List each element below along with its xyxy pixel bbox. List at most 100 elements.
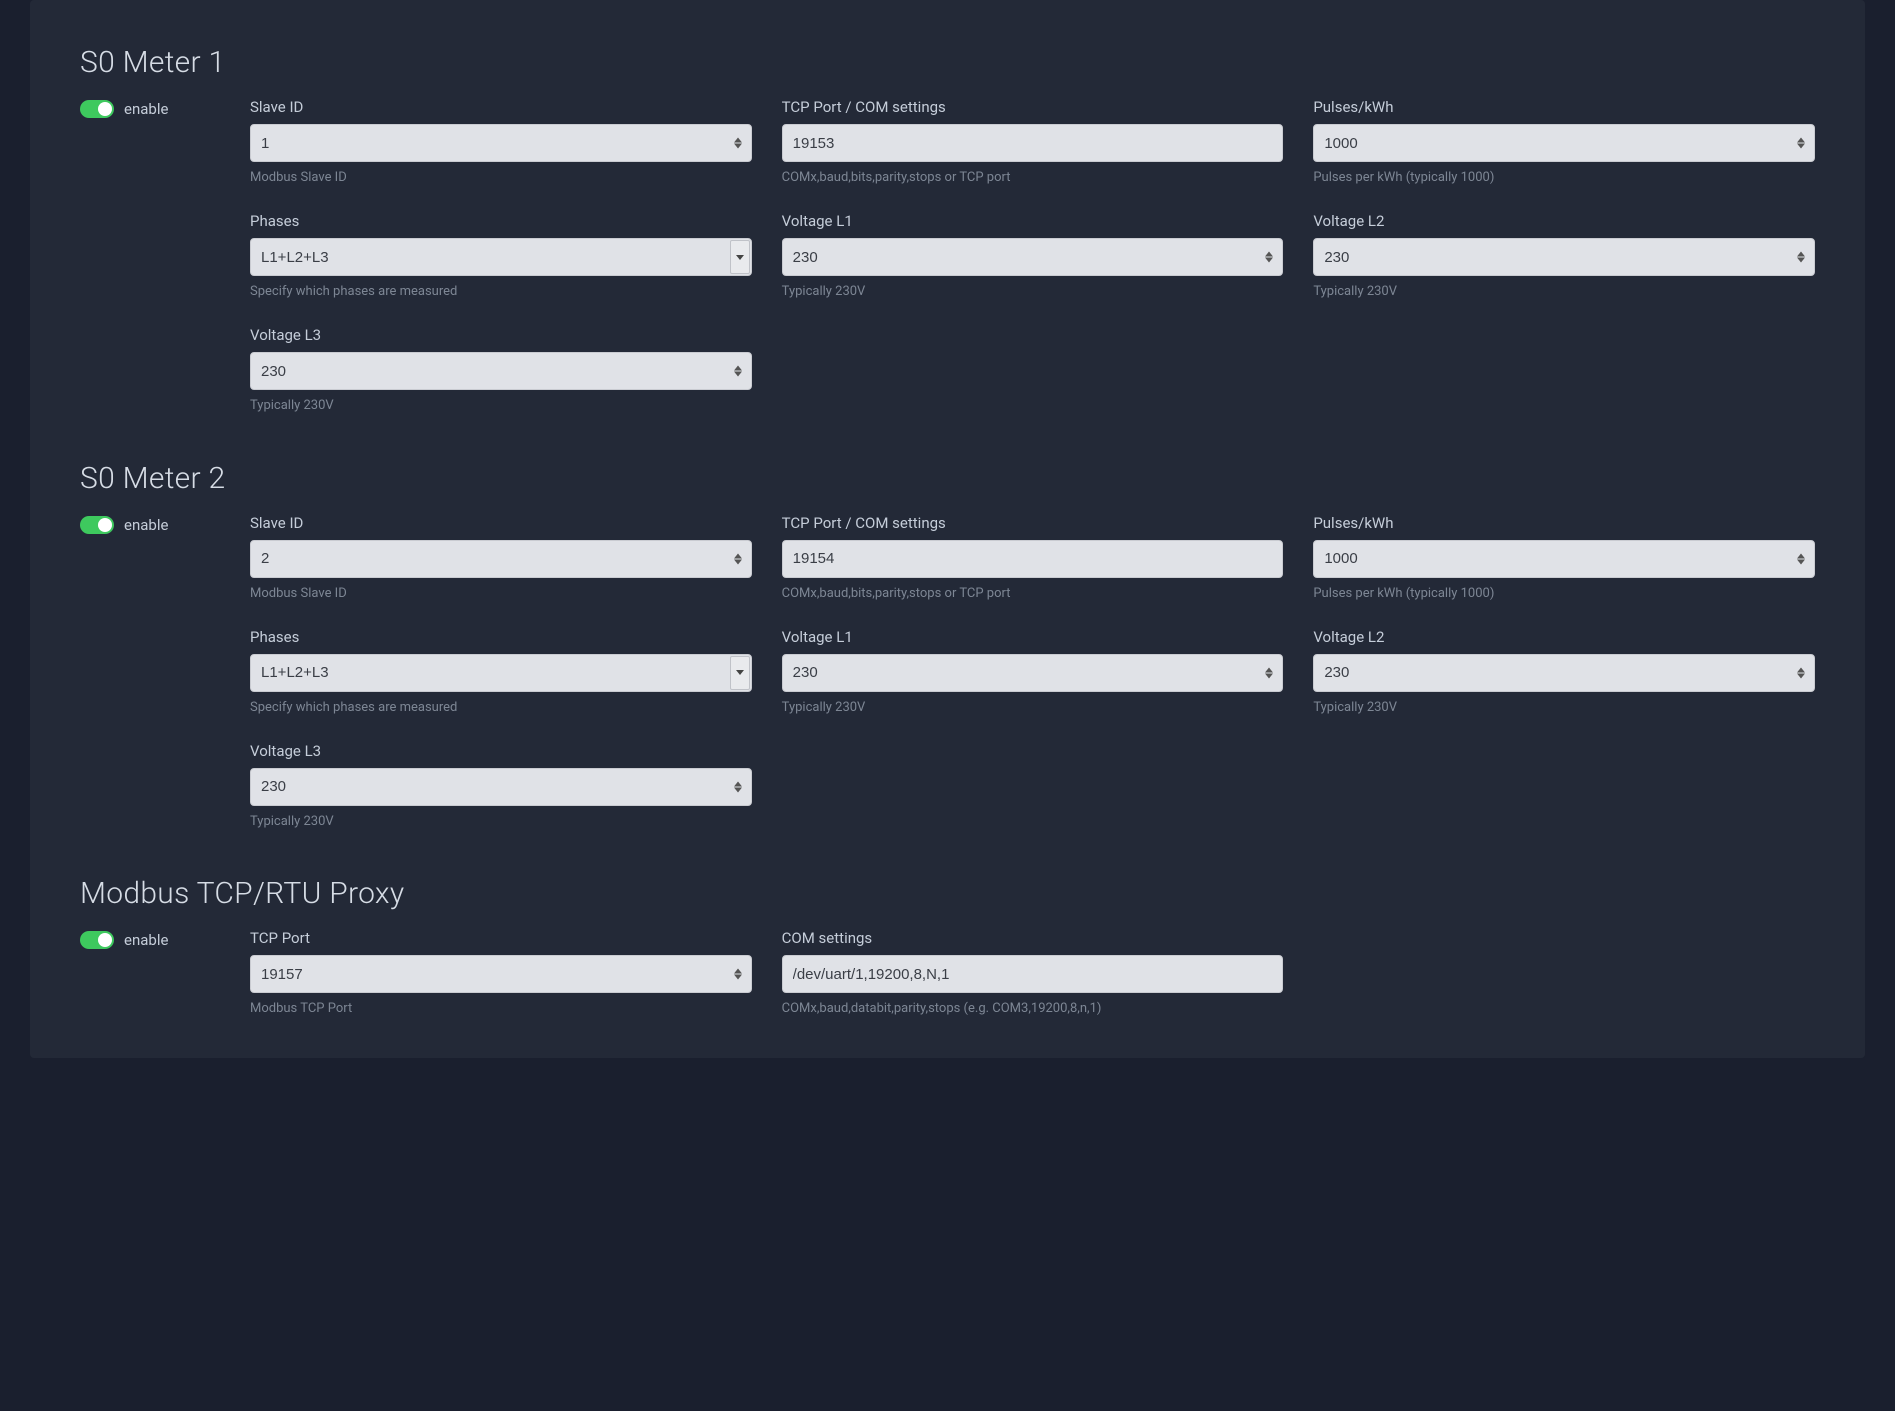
fields-grid: TCP Port Modbus TCP Port COM settings CO… [250, 929, 1815, 1018]
input-wrap [782, 654, 1284, 692]
enable-label: enable [124, 931, 168, 949]
fields-grid: Slave ID Modbus Slave ID TCP Port / COM … [250, 514, 1815, 832]
tcp-port-input[interactable] [782, 124, 1284, 162]
voltage-l3-input[interactable] [250, 352, 752, 390]
help-text: Typically 230V [782, 699, 1284, 717]
field-label: TCP Port / COM settings [782, 98, 1284, 116]
enable-label: enable [124, 516, 168, 534]
field-label: Phases [250, 212, 752, 230]
phases-select[interactable] [250, 654, 752, 692]
enable-group: enable [80, 929, 230, 949]
help-text: Typically 230V [782, 283, 1284, 301]
field-voltage-l2: Voltage L2 Typically 230V [1313, 212, 1815, 301]
input-wrap [782, 955, 1284, 993]
enable-toggle[interactable] [80, 931, 114, 949]
input-wrap [782, 238, 1284, 276]
section-body: enable Slave ID Modbus Slave ID TCP Port… [80, 514, 1815, 832]
voltage-l1-input[interactable] [782, 238, 1284, 276]
help-text: Typically 230V [250, 813, 752, 831]
section-modbus-proxy: Modbus TCP/RTU Proxy enable TCP Port Mod… [80, 876, 1815, 1018]
input-wrap [250, 768, 752, 806]
section-s0-meter-1: S0 Meter 1 enable Slave ID Modbus Slave … [80, 45, 1815, 416]
voltage-l3-input[interactable] [250, 768, 752, 806]
help-text: Modbus Slave ID [250, 169, 752, 187]
input-wrap [782, 124, 1284, 162]
voltage-l2-input[interactable] [1313, 654, 1815, 692]
input-wrap [782, 540, 1284, 578]
enable-label: enable [124, 100, 168, 118]
field-label: Slave ID [250, 514, 752, 532]
tcp-port-input[interactable] [782, 540, 1284, 578]
field-pulses: Pulses/kWh Pulses per kWh (typically 100… [1313, 514, 1815, 603]
field-label: Voltage L2 [1313, 628, 1815, 646]
field-label: Phases [250, 628, 752, 646]
phases-select[interactable] [250, 238, 752, 276]
help-text: Typically 230V [250, 397, 752, 415]
enable-toggle[interactable] [80, 516, 114, 534]
help-text: Specify which phases are measured [250, 283, 752, 301]
field-phases: Phases Specify which phases are measured [250, 212, 752, 301]
section-title: S0 Meter 2 [80, 461, 1815, 496]
settings-card: S0 Meter 1 enable Slave ID Modbus Slave … [30, 0, 1865, 1058]
input-wrap [1313, 654, 1815, 692]
help-text: Modbus TCP Port [250, 1000, 752, 1018]
help-text: Pulses per kWh (typically 1000) [1313, 585, 1815, 603]
slave-id-input[interactable] [250, 540, 752, 578]
field-slave-id: Slave ID Modbus Slave ID [250, 98, 752, 187]
field-label: Voltage L3 [250, 326, 752, 344]
field-label: Voltage L3 [250, 742, 752, 760]
input-wrap [250, 955, 752, 993]
field-label: Pulses/kWh [1313, 514, 1815, 532]
fields-grid: Slave ID Modbus Slave ID TCP Port / COM … [250, 98, 1815, 416]
pulses-input[interactable] [1313, 124, 1815, 162]
input-wrap [250, 654, 752, 692]
field-label: Pulses/kWh [1313, 98, 1815, 116]
field-voltage-l2: Voltage L2 Typically 230V [1313, 628, 1815, 717]
section-body: enable Slave ID Modbus Slave ID TCP Port… [80, 98, 1815, 416]
field-label: Voltage L1 [782, 212, 1284, 230]
field-tcp-port: TCP Port / COM settings COMx,baud,bits,p… [782, 514, 1284, 603]
voltage-l2-input[interactable] [1313, 238, 1815, 276]
pulses-input[interactable] [1313, 540, 1815, 578]
field-slave-id: Slave ID Modbus Slave ID [250, 514, 752, 603]
field-label: TCP Port / COM settings [782, 514, 1284, 532]
input-wrap [250, 124, 752, 162]
enable-toggle[interactable] [80, 100, 114, 118]
slave-id-input[interactable] [250, 124, 752, 162]
help-text: Modbus Slave ID [250, 585, 752, 603]
help-text: COMx,baud,bits,parity,stops or TCP port [782, 169, 1284, 187]
help-text: Typically 230V [1313, 699, 1815, 717]
input-wrap [1313, 540, 1815, 578]
input-wrap [250, 238, 752, 276]
help-text: COMx,baud,databit,parity,stops (e.g. COM… [782, 1000, 1284, 1018]
section-s0-meter-2: S0 Meter 2 enable Slave ID Modbus Slave … [80, 461, 1815, 832]
com-settings-input[interactable] [782, 955, 1284, 993]
section-title: Modbus TCP/RTU Proxy [80, 876, 1815, 911]
field-pulses: Pulses/kWh Pulses per kWh (typically 100… [1313, 98, 1815, 187]
field-label: Slave ID [250, 98, 752, 116]
field-phases: Phases Specify which phases are measured [250, 628, 752, 717]
help-text: COMx,baud,bits,parity,stops or TCP port [782, 585, 1284, 603]
field-tcp-port: TCP Port Modbus TCP Port [250, 929, 752, 1018]
field-tcp-port: TCP Port / COM settings COMx,baud,bits,p… [782, 98, 1284, 187]
input-wrap [1313, 124, 1815, 162]
input-wrap [250, 352, 752, 390]
field-label: Voltage L2 [1313, 212, 1815, 230]
field-voltage-l3: Voltage L3 Typically 230V [250, 742, 752, 831]
section-body: enable TCP Port Modbus TCP Port COM sett… [80, 929, 1815, 1018]
field-label: COM settings [782, 929, 1284, 947]
tcp-port-input[interactable] [250, 955, 752, 993]
enable-group: enable [80, 98, 230, 118]
enable-group: enable [80, 514, 230, 534]
section-title: S0 Meter 1 [80, 45, 1815, 80]
field-voltage-l1: Voltage L1 Typically 230V [782, 212, 1284, 301]
help-text: Typically 230V [1313, 283, 1815, 301]
voltage-l1-input[interactable] [782, 654, 1284, 692]
field-voltage-l1: Voltage L1 Typically 230V [782, 628, 1284, 717]
input-wrap [1313, 238, 1815, 276]
help-text: Specify which phases are measured [250, 699, 752, 717]
help-text: Pulses per kWh (typically 1000) [1313, 169, 1815, 187]
field-voltage-l3: Voltage L3 Typically 230V [250, 326, 752, 415]
field-com-settings: COM settings COMx,baud,databit,parity,st… [782, 929, 1284, 1018]
input-wrap [250, 540, 752, 578]
